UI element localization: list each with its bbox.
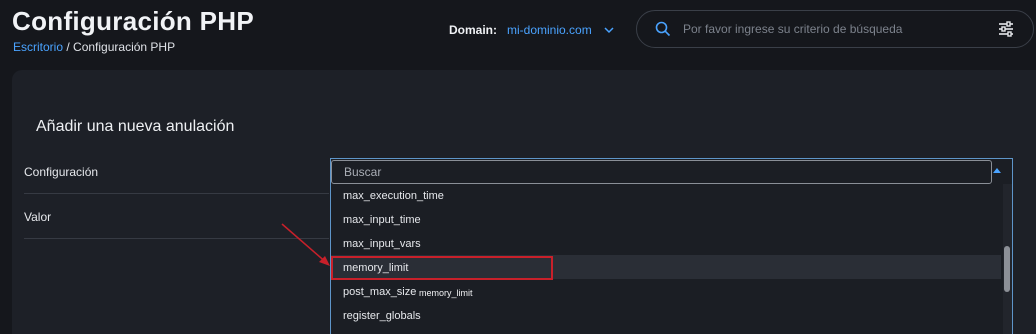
page-title: Configuración PHP [12, 6, 254, 36]
search-input[interactable]: Por favor ingrese su criterio de búsqued… [683, 22, 997, 36]
breadcrumb-current: Configuración PHP [73, 40, 176, 54]
value-label: Valor [24, 210, 52, 224]
caret-up-icon[interactable] [991, 165, 1003, 177]
scrollbar-thumb[interactable] [1004, 246, 1010, 292]
dropdown-search-input[interactable]: Buscar [331, 160, 992, 184]
config-label: Configuración [24, 165, 99, 179]
annotation-arrow [281, 223, 330, 266]
chevron-down-icon[interactable] [602, 23, 616, 37]
option-tooltip: memory_limit [419, 288, 473, 298]
domain-value[interactable]: mi-dominio.com [507, 23, 592, 37]
row-divider [24, 193, 329, 194]
form-title: Añadir una nueva anulación [36, 118, 235, 135]
option-max-execution-time[interactable]: max_execution_time [343, 190, 444, 202]
search-icon [655, 21, 671, 37]
domain-selector[interactable]: Domain: mi-dominio.com [449, 23, 616, 37]
search-bar[interactable]: Por favor ingrese su criterio de búsqued… [636, 10, 1034, 48]
domain-label: Domain: [449, 23, 497, 37]
filter-sliders-icon[interactable] [997, 20, 1015, 38]
annotation-highlight-box [331, 256, 553, 280]
option-max-input-vars[interactable]: max_input_vars [343, 238, 421, 250]
breadcrumb-link-escritorio[interactable]: Escritorio [13, 40, 63, 54]
option-max-input-time[interactable]: max_input_time [343, 214, 421, 226]
breadcrumb-separator: / [66, 40, 70, 54]
option-register-globals[interactable]: register_globals [343, 310, 421, 322]
breadcrumb: Escritorio / Configuración PHP [13, 40, 175, 54]
option-post-max-size[interactable]: post_max_size [343, 286, 416, 298]
